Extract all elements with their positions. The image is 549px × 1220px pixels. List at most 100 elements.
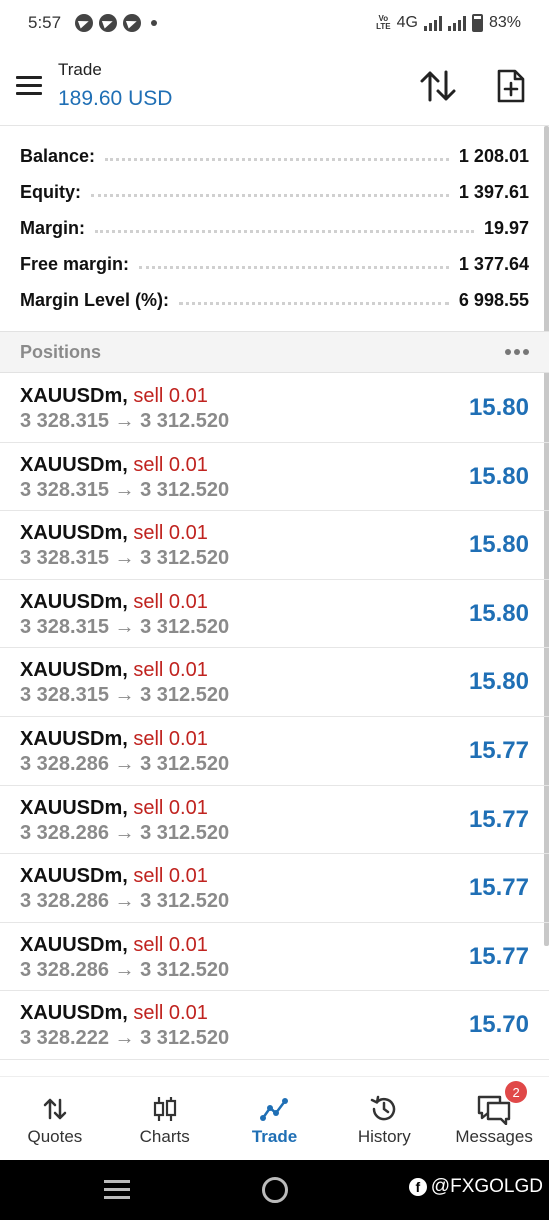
position-side: sell 0.01 bbox=[133, 865, 208, 888]
positions-list: XAUUSDm, sell 0.01 3 328.315 → 3 312.520… bbox=[0, 374, 549, 1060]
position-symbol: XAUUSDm, bbox=[20, 1002, 128, 1025]
charts-icon bbox=[152, 1093, 178, 1125]
divider bbox=[179, 295, 449, 305]
position-symbol: XAUUSDm, bbox=[20, 590, 128, 613]
telegram-icon bbox=[99, 14, 118, 32]
recents-button[interactable] bbox=[104, 1180, 130, 1200]
position-side: sell 0.01 bbox=[133, 659, 208, 682]
signal-icon bbox=[423, 15, 442, 31]
trade-icon bbox=[259, 1093, 289, 1125]
position-side: sell 0.01 bbox=[133, 933, 208, 956]
page-title: Trade bbox=[58, 60, 102, 79]
position-symbol: XAUUSDm, bbox=[20, 727, 128, 750]
menu-icon[interactable] bbox=[16, 76, 42, 96]
position-prices: 3 328.286 → 3 312.520 bbox=[20, 890, 230, 913]
summary-row-margin-level: Margin Level (%): 6 998.55 bbox=[0, 282, 549, 318]
nav-label: Charts bbox=[139, 1127, 190, 1146]
position-symbol: XAUUSDm, bbox=[20, 522, 128, 545]
more-options-icon[interactable] bbox=[505, 349, 529, 355]
position-symbol: XAUUSDm, bbox=[20, 865, 128, 888]
summary-value: 6 998.55 bbox=[458, 289, 529, 310]
nav-label: Messages bbox=[455, 1127, 533, 1146]
network-type: 4G bbox=[396, 14, 418, 31]
nav-messages[interactable]: 2 Messages bbox=[439, 1077, 549, 1160]
position-row[interactable]: XAUUSDm, sell 0.01 3 328.315 → 3 312.520… bbox=[0, 374, 549, 443]
summary-label: Margin Level (%): bbox=[20, 289, 170, 310]
position-side: sell 0.01 bbox=[133, 796, 208, 819]
nav-history[interactable]: History bbox=[329, 1077, 439, 1160]
volte-icon: Vo LTE bbox=[376, 14, 391, 31]
summary-value: 1 208.01 bbox=[458, 145, 529, 166]
position-row[interactable]: XAUUSDm, sell 0.01 3 328.286 → 3 312.520… bbox=[0, 717, 549, 786]
position-profit: 15.80 bbox=[468, 668, 529, 696]
messages-badge: 2 bbox=[505, 1081, 528, 1103]
system-nav-bar: f @FXGOLGD bbox=[0, 1160, 549, 1220]
position-profit: 15.80 bbox=[468, 599, 529, 627]
signal-icon bbox=[447, 15, 466, 31]
position-prices: 3 328.315 → 3 312.520 bbox=[20, 478, 230, 501]
watermark: f @FXGOLGD bbox=[408, 1176, 543, 1198]
position-symbol: XAUUSDm, bbox=[20, 933, 128, 956]
divider bbox=[91, 187, 449, 197]
account-summary: Balance: 1 208.01 Equity: 1 397.61 Margi… bbox=[0, 138, 549, 318]
status-right: Vo LTE 4G 83% bbox=[376, 14, 521, 32]
nav-label: History bbox=[357, 1127, 411, 1146]
position-side: sell 0.01 bbox=[133, 1002, 208, 1025]
nav-label: Trade bbox=[251, 1127, 298, 1146]
position-row[interactable]: XAUUSDm, sell 0.01 3 328.315 → 3 312.520… bbox=[0, 648, 549, 717]
position-symbol: XAUUSDm, bbox=[20, 453, 128, 476]
position-row[interactable]: XAUUSDm, sell 0.01 3 328.315 → 3 312.520… bbox=[0, 580, 549, 649]
position-profit: 15.80 bbox=[468, 462, 529, 490]
watermark-text: @FXGOLGD bbox=[430, 1176, 543, 1197]
position-prices: 3 328.222 → 3 312.520 bbox=[20, 1027, 230, 1050]
position-side: sell 0.01 bbox=[133, 385, 208, 407]
notification-icons bbox=[75, 14, 158, 32]
position-row[interactable]: XAUUSDm, sell 0.01 3 328.286 → 3 312.520… bbox=[0, 923, 549, 992]
summary-value: 19.97 bbox=[483, 217, 529, 238]
divider bbox=[105, 151, 449, 161]
position-prices: 3 328.315 → 3 312.520 bbox=[20, 684, 230, 707]
positions-section-header: Positions bbox=[0, 331, 549, 373]
divider bbox=[95, 223, 474, 233]
nav-charts[interactable]: Charts bbox=[110, 1077, 220, 1160]
telegram-icon bbox=[123, 14, 142, 32]
position-symbol: XAUUSDm, bbox=[20, 385, 128, 407]
summary-row-equity: Equity: 1 397.61 bbox=[0, 174, 549, 210]
position-prices: 3 328.286 → 3 312.520 bbox=[20, 821, 230, 844]
telegram-icon bbox=[75, 14, 94, 32]
position-side: sell 0.01 bbox=[133, 453, 208, 476]
positions-title: Positions bbox=[20, 341, 102, 362]
position-profit: 15.80 bbox=[468, 531, 529, 559]
nav-label: Quotes bbox=[27, 1127, 83, 1146]
position-side: sell 0.01 bbox=[133, 522, 208, 545]
sort-icon[interactable] bbox=[418, 68, 458, 104]
summary-label: Margin: bbox=[20, 217, 85, 238]
history-icon bbox=[369, 1093, 399, 1125]
position-symbol: XAUUSDm, bbox=[20, 659, 128, 682]
summary-row-balance: Balance: 1 208.01 bbox=[0, 138, 549, 174]
bottom-navigation: Quotes Charts Trade History 2 Messages bbox=[0, 1076, 549, 1160]
nav-trade[interactable]: Trade bbox=[220, 1077, 330, 1160]
position-profit: 15.77 bbox=[468, 736, 529, 764]
position-row[interactable]: XAUUSDm, sell 0.01 3 328.315 → 3 312.520… bbox=[0, 443, 549, 512]
quotes-icon bbox=[42, 1093, 68, 1125]
summary-label: Equity: bbox=[20, 181, 81, 202]
account-balance-display: 189.60 USD bbox=[58, 87, 173, 110]
position-prices: 3 328.286 → 3 312.520 bbox=[20, 958, 230, 981]
home-button[interactable] bbox=[262, 1177, 288, 1203]
facebook-icon: f bbox=[408, 1178, 427, 1196]
summary-value: 1 397.61 bbox=[458, 181, 529, 202]
nav-quotes[interactable]: Quotes bbox=[0, 1077, 110, 1160]
position-prices: 3 328.315 → 3 312.520 bbox=[20, 547, 230, 570]
position-prices: 3 328.286 → 3 312.520 bbox=[20, 752, 230, 775]
position-row[interactable]: XAUUSDm, sell 0.01 3 328.286 → 3 312.520… bbox=[0, 854, 549, 923]
app-header: Trade 189.60 USD bbox=[0, 46, 549, 126]
new-order-icon[interactable] bbox=[494, 68, 528, 104]
position-profit: 15.70 bbox=[468, 1011, 529, 1039]
more-notifications-icon bbox=[151, 20, 158, 26]
position-symbol: XAUUSDm, bbox=[20, 796, 128, 819]
position-row[interactable]: XAUUSDm, sell 0.01 3 328.315 → 3 312.520… bbox=[0, 511, 549, 580]
position-row[interactable]: XAUUSDm, sell 0.01 3 328.222 → 3 312.520… bbox=[0, 991, 549, 1060]
position-row[interactable]: XAUUSDm, sell 0.01 3 328.286 → 3 312.520… bbox=[0, 786, 549, 855]
position-profit: 15.80 bbox=[468, 394, 529, 421]
